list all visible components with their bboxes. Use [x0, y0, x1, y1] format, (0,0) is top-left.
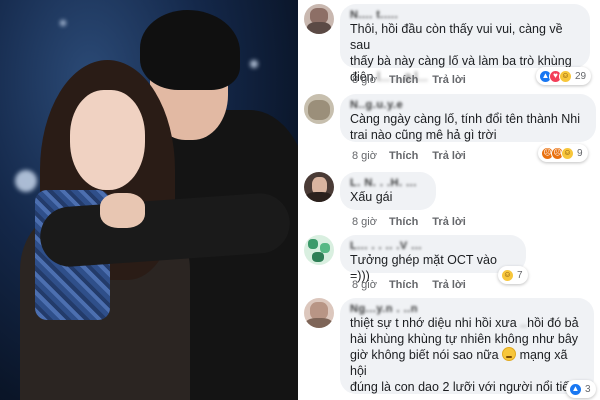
- haha-icon: ☺: [559, 69, 572, 83]
- hand: [100, 193, 145, 228]
- comment-5: Ng...y.n . ..n thiệt sự t nhớ diệu nhi h…: [304, 298, 598, 400]
- like-button[interactable]: Thích: [389, 216, 418, 228]
- comment-text-line: Xấu gái: [350, 190, 393, 204]
- comment-text-line: Càng ngày càng lố, tính đổi tên thành Nh…: [350, 112, 581, 126]
- comment-1: N.... t..... Thôi, hồi đầu còn thấy vui …: [304, 4, 598, 92]
- comment-text-line: đúng là con dao 2 lưỡi với người nổi tiế…: [350, 380, 584, 394]
- comment-bubble: N..g.u.y.e Càng ngày càng lố, tính đổi t…: [340, 94, 596, 142]
- comment-bubble: L. N. . .H. ... Xấu gái: [340, 172, 436, 210]
- reaction-count: 3: [585, 383, 591, 395]
- comment-time[interactable]: 8 giờ: [352, 150, 377, 162]
- comment-time[interactable]: 8 giờ: [352, 74, 377, 86]
- comment-actions: 8 giờ Thích Trả lời: [352, 74, 480, 86]
- comment-text-line: trai nào cũng mê hả gì trời: [350, 128, 497, 142]
- comment-bubble: Ng...y.n . ..n thiệt sự t nhớ diệu nhi h…: [340, 298, 594, 394]
- comment-author[interactable]: L... . . .. .V ...: [350, 240, 516, 252]
- comment-text-line: Thôi, hồi đầu còn thấy vui vui, càng về …: [350, 22, 563, 52]
- bokeh-light: [250, 60, 258, 68]
- comment-2: N..g.u.y.e Càng ngày càng lố, tính đổi t…: [304, 94, 598, 164]
- comment-panel: N.... t..... Thôi, hồi đầu còn thấy vui …: [300, 0, 600, 400]
- comment-author[interactable]: L. N. . .H. ...: [350, 177, 426, 189]
- comment-text: thiệt sự t nhớ diệu nhi hồi xưa: [350, 316, 521, 330]
- comment-author[interactable]: N.... t.....: [350, 9, 580, 21]
- reaction-count: 7: [517, 269, 523, 281]
- awkward-smile-emoji-icon: [502, 347, 517, 361]
- comment-actions: 8 giờ Thích Trả lời: [352, 279, 480, 291]
- like-button[interactable]: Thích: [389, 279, 418, 291]
- reply-button[interactable]: Trả lời: [432, 74, 466, 86]
- reaction-summary[interactable]: ☹ ☹ ☺ 9: [538, 144, 588, 162]
- woman-face: [70, 90, 145, 190]
- comment-text-line: thiệt sự t nhớ diệu nhi hồi xưa ..hồi đó…: [350, 315, 584, 331]
- reaction-summary[interactable]: ▲ 3: [566, 380, 596, 398]
- comment-bubble: L... . . .. .V ... Tưởng ghép mặt OCT và…: [340, 235, 526, 283]
- comment-actions: 8 giờ Thích Trả lời: [352, 216, 480, 228]
- comment-text-line: hài khùng khùng tự nhiên không như bây: [350, 332, 579, 346]
- like-button[interactable]: Thích: [389, 74, 418, 86]
- reaction-summary[interactable]: ☺ 7: [498, 266, 528, 284]
- comment-bubble: N.... t..... Thôi, hồi đầu còn thấy vui …: [340, 4, 590, 84]
- reply-button[interactable]: Trả lời: [432, 279, 466, 291]
- avatar[interactable]: [304, 4, 334, 34]
- avatar[interactable]: [304, 298, 334, 328]
- reaction-count: 9: [577, 147, 583, 159]
- comment-text: giờ không biết nói sao nữa: [350, 348, 503, 362]
- comment-time[interactable]: 8 giờ: [352, 216, 377, 228]
- blurred-text: ..: [520, 316, 528, 330]
- comment-author[interactable]: N..g.u.y.e: [350, 99, 586, 111]
- avatar[interactable]: [304, 94, 334, 124]
- haha-icon: ☺: [561, 146, 574, 160]
- drama-still-photo: [0, 0, 298, 400]
- man-hair: [140, 10, 240, 90]
- avatar[interactable]: [304, 172, 334, 202]
- like-icon: ▲: [569, 382, 582, 396]
- bokeh-light: [15, 170, 37, 192]
- comment-text: hồi đó bả: [527, 316, 579, 330]
- comment-time[interactable]: 8 giờ: [352, 279, 377, 291]
- comment-text-line: giờ không biết nói sao nữa mạng xã hội: [350, 347, 584, 379]
- reaction-summary[interactable]: ▲ ♥ ☺ 29: [536, 67, 592, 85]
- comment-author[interactable]: Ng...y.n . ..n: [350, 303, 584, 315]
- like-button[interactable]: Thích: [389, 150, 418, 162]
- reaction-count: 29: [575, 70, 587, 82]
- avatar[interactable]: [304, 235, 334, 265]
- comment-3: L. N. . .H. ... Xấu gái 8 giờ Thích Trả lờ…: [304, 172, 598, 236]
- comment-4: L... . . .. .V ... Tưởng ghép mặt OCT và…: [304, 235, 598, 295]
- comment-actions: 8 giờ Thích Trả lời: [352, 150, 480, 162]
- bokeh-light: [60, 20, 66, 26]
- reply-button[interactable]: Trả lời: [432, 150, 466, 162]
- haha-icon: ☺: [501, 268, 514, 282]
- reply-button[interactable]: Trả lời: [432, 216, 466, 228]
